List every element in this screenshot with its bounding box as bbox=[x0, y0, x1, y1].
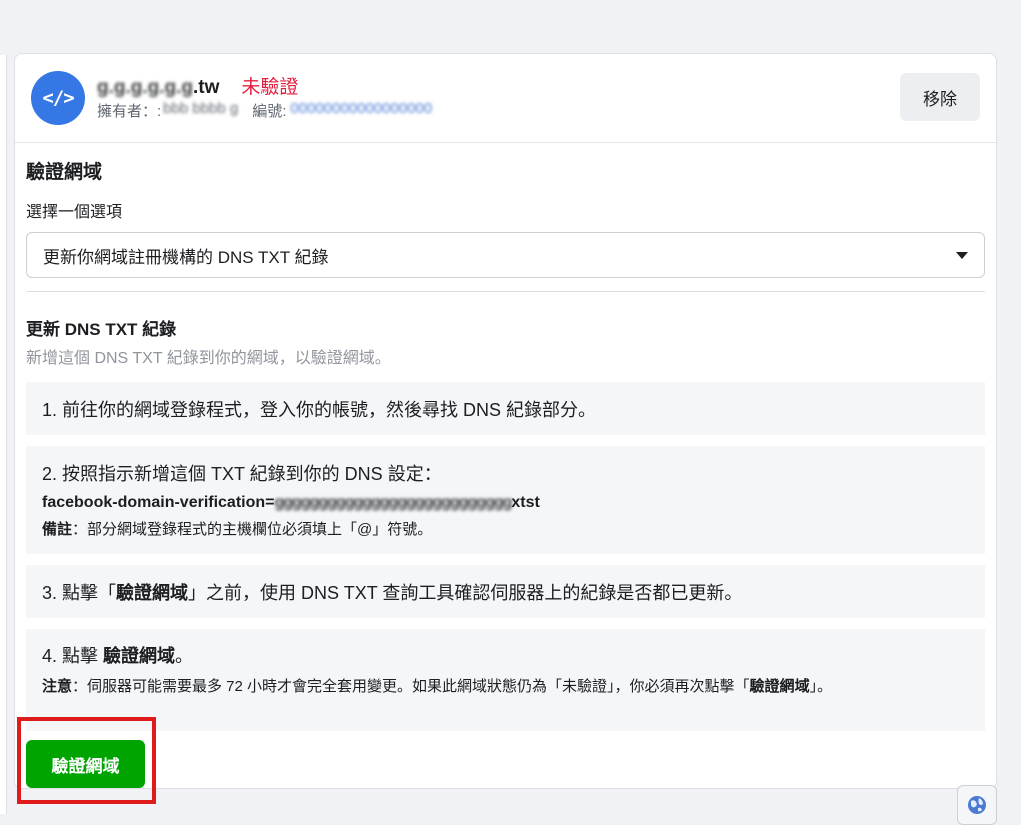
step-4-note-tail: 」。 bbox=[809, 678, 833, 695]
divider bbox=[26, 291, 985, 292]
step-2-note-text: ：部分網域登錄程式的主機欄位必須填上「@」符號。 bbox=[72, 521, 433, 538]
step-4-note-text: ：伺服器可能需要最多 72 小時才會完全套用變更。如果此網域狀態仍為「未驗證」，… bbox=[72, 678, 750, 695]
step-1: 1. 前往你的網域登錄程式，登入你的帳號，然後尋找 DNS 紀錄部分。 bbox=[26, 382, 985, 435]
step-2-note: 備註：部分網域登錄程式的主機欄位必須填上「@」符號。 bbox=[42, 518, 969, 539]
dns-section-title: 更新 DNS TXT 紀錄 bbox=[26, 320, 177, 339]
remove-button[interactable]: 移除 bbox=[900, 73, 980, 121]
caret-down-icon bbox=[956, 251, 968, 259]
owner-value: bbb bbbb g bbox=[163, 100, 239, 117]
step-2: 2. 按照指示新增這個 TXT 紀錄到你的 DNS 設定： facebook-d… bbox=[26, 446, 985, 554]
step-4-note-bold: 驗證網 bbox=[749, 678, 795, 695]
code-icon: </> bbox=[31, 71, 85, 125]
txt-record-obscured: ggggggggggggggggggggggggggg bbox=[274, 494, 513, 511]
left-panel-edge bbox=[0, 55, 7, 814]
step-3-text-after: 」之前，使用 DNS TXT 查詢工具確認伺服器上的紀錄是否都已更新。 bbox=[188, 582, 743, 603]
step-2-text: 2. 按照指示新增這個 TXT 紀錄到你的 DNS 設定： bbox=[42, 464, 442, 484]
status-badge: 未驗證 bbox=[241, 77, 299, 98]
step-1-text: 1. 前往你的網域登錄程式，登入你的帳號，然後尋找 DNS 紀錄部分。 bbox=[42, 399, 597, 420]
verify-section: 驗證網域 選擇一個選項 更新你網域註冊機構的 DNS TXT 紀錄 更新 DNS… bbox=[15, 157, 996, 731]
verification-method-select[interactable]: 更新你網域註冊機構的 DNS TXT 紀錄 bbox=[26, 232, 985, 278]
verify-section-title: 驗證網域 bbox=[26, 162, 103, 183]
owner-label: 擁有者：: bbox=[97, 103, 162, 120]
step-4-text: 4. 點擊 驗證網域。 bbox=[42, 642, 969, 668]
domain-card: </> g.g.g.g.g.g .tw 未驗證 擁有者：: bbb bbbb g… bbox=[14, 53, 997, 789]
id-label: 編號: bbox=[252, 103, 287, 120]
txt-record-prefix: facebook-domain-verification= bbox=[42, 494, 275, 511]
domain-name-row: g.g.g.g.g.g .tw 未驗證 bbox=[97, 72, 298, 99]
step-4-text-after: 。 bbox=[175, 646, 194, 666]
dns-section-subtitle: 新增這個 DNS TXT 紀錄到你的網域，以驗證網域。 bbox=[26, 350, 391, 367]
txt-record-value: facebook-domain-verification=ggggggggggg… bbox=[42, 494, 969, 512]
step-4-text-before: 4. 點擊 bbox=[42, 646, 104, 666]
domain-name-suffix: .tw bbox=[193, 77, 220, 98]
language-globe-button[interactable] bbox=[957, 785, 997, 825]
step-3-text-bold: 驗證網域 bbox=[116, 582, 189, 603]
highlight-annotation bbox=[17, 717, 156, 804]
step-4-note-label: 注意 bbox=[42, 678, 73, 695]
step-2-note-label: 備註 bbox=[42, 521, 73, 538]
domain-card-header: </> g.g.g.g.g.g .tw 未驗證 擁有者：: bbb bbbb g… bbox=[15, 54, 996, 143]
selected-option: 更新你網域註冊機構的 DNS TXT 紀錄 bbox=[43, 247, 329, 267]
txt-record-suffix: xtst bbox=[511, 494, 540, 511]
id-value: 00000000000000000 bbox=[290, 100, 433, 117]
step-4-note: 注意：伺服器可能需要最多 72 小時才會完全套用變更。如果此網域狀態仍為「未驗證… bbox=[42, 676, 947, 697]
globe-icon bbox=[968, 796, 986, 814]
step-3: 3. 點擊「驗證網域」之前，使用 DNS TXT 查詢工具確認伺服器上的紀錄是否… bbox=[26, 565, 985, 618]
owner-row: 擁有者：: bbb bbbb g 編號: 00000000000000000 bbox=[97, 100, 432, 121]
step-4-text-bold: 驗證網域 bbox=[103, 646, 176, 666]
domain-name-obscured: g.g.g.g.g.g bbox=[97, 77, 194, 98]
step-4: 4. 點擊 驗證網域。 注意：伺服器可能需要最多 72 小時才會完全套用變更。如… bbox=[26, 629, 985, 731]
step-3-text: 3. 點擊「驗證網域」之前，使用 DNS TXT 查詢工具確認伺服器上的紀錄是否… bbox=[42, 579, 742, 605]
select-label: 選擇一個選項 bbox=[26, 204, 123, 221]
step-4-note-tail-bold: 域 bbox=[794, 678, 810, 695]
step-3-text-before: 3. 點擊「 bbox=[42, 582, 117, 603]
